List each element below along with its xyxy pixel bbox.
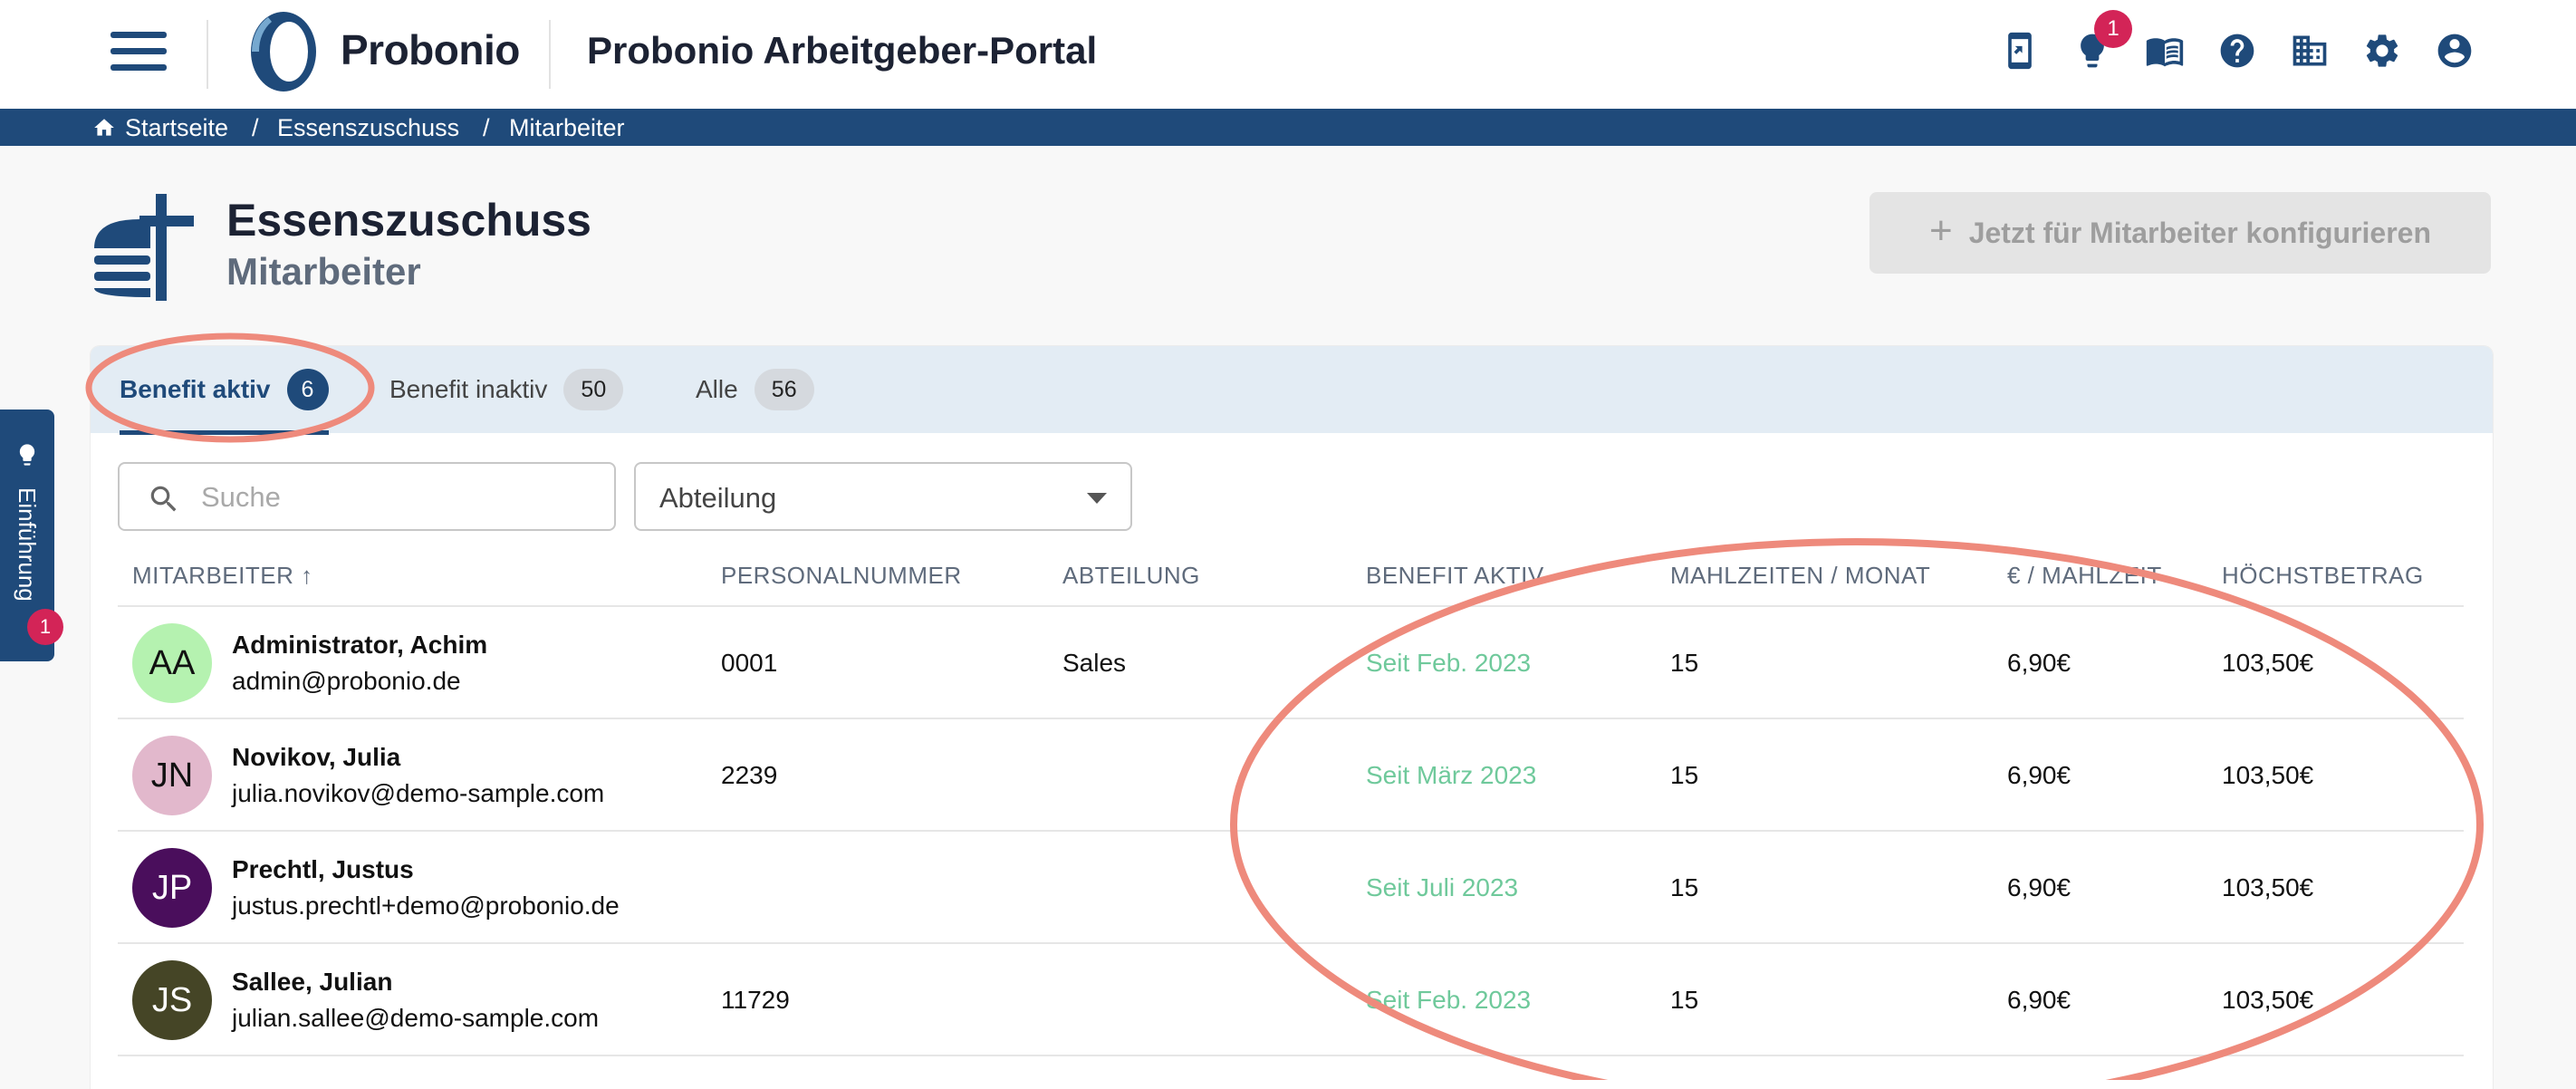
column-abteilung[interactable]: ABTEILUNG	[1062, 562, 1200, 590]
breadcrumb-essenszuschuss[interactable]: Essenszuschuss	[277, 114, 459, 142]
cell-personalnummer: 0001	[721, 649, 778, 677]
cell-benefit-aktiv: Seit Feb. 2023	[1366, 649, 1532, 677]
employee-name: Administrator, Achim	[232, 631, 488, 659]
portal-title: Probonio Arbeitgeber-Portal	[587, 29, 1098, 72]
cell-abteilung: Sales	[1062, 649, 1127, 677]
page-title: Essenszuschuss	[226, 195, 591, 246]
brand-name[interactable]: Probonio	[341, 25, 520, 74]
breadcrumb-current: Mitarbeiter	[509, 114, 625, 141]
tab-benefit-aktiv[interactable]: Benefit aktiv 6	[120, 346, 329, 435]
app-download-icon[interactable]	[1996, 27, 2043, 74]
cell-benefit-aktiv: Seit März 2023	[1366, 761, 1537, 789]
cell-euro-mahlzeit: 6,90€	[2007, 649, 2071, 677]
dropdown-arrow-icon	[1087, 493, 1107, 504]
page-subtitle: Mitarbeiter	[226, 250, 421, 293]
table-row[interactable]: AA Administrator, Achim admin@probonio.de 0…	[118, 607, 2464, 719]
intro-badge: 1	[27, 609, 63, 645]
table-row[interactable]: JN Novikov, Julia julia.novikov@demo-sampl…	[118, 719, 2464, 832]
breadcrumb-home[interactable]: Startseite	[125, 114, 228, 142]
cell-hoechstbetrag: 103,50€	[2222, 649, 2314, 677]
divider	[549, 20, 551, 89]
column-personalnummer[interactable]: PERSONALNUMMER	[721, 562, 962, 590]
employee-name: Sallee, Julian	[232, 968, 393, 996]
avatar: JS	[132, 960, 212, 1040]
employee-email: admin@probonio.de	[232, 667, 461, 695]
breadcrumb-separator: /	[483, 114, 490, 141]
column-mahlzeiten-monat[interactable]: MAHLZEITEN / MONAT	[1670, 562, 1930, 590]
cell-benefit-aktiv: Seit Juli 2023	[1366, 873, 1519, 901]
cell-personalnummer: 11729	[721, 986, 790, 1014]
cell-mahlzeiten: 15	[1670, 761, 1699, 789]
column-euro-mahlzeit[interactable]: € / MAHLZEIT	[2007, 562, 2162, 590]
table-row[interactable]: JS Sallee, Julian julian.sallee@demo-sampl…	[118, 944, 2464, 1056]
employee-name: Novikov, Julia	[232, 743, 401, 771]
employee-card: Benefit aktiv 6 Benefit inaktiv 50 Alle …	[91, 346, 2493, 1089]
employee-email: julian.sallee@demo-sample.com	[232, 1004, 600, 1032]
tab-label: Benefit aktiv	[120, 375, 271, 403]
search-icon	[150, 486, 177, 512]
top-bar: Probonio Probonio Arbeitgeber-Portal 1	[0, 0, 2576, 109]
cell-mahlzeiten: 15	[1670, 649, 1699, 677]
table-header: MITARBEITER ↑ PERSONALNUMMER ABTEILUNG B…	[118, 545, 2464, 607]
avatar: AA	[132, 623, 212, 703]
sort-ascending-icon: ↑	[301, 562, 313, 589]
lightbulb-icon	[19, 444, 35, 466]
cell-euro-mahlzeit: 6,90€	[2007, 986, 2071, 1014]
table-row[interactable]: JP Prechtl, Justus justus.prechtl+demo@pro…	[118, 832, 2464, 944]
breadcrumb: Startseite / Essenszuschuss / Mitarbeite…	[0, 109, 2576, 146]
probonio-logo-icon[interactable]	[241, 9, 326, 94]
help-icon[interactable]	[2214, 27, 2261, 74]
column-hoechstbetrag[interactable]: HÖCHSTBETRAG	[2222, 562, 2424, 590]
home-icon[interactable]	[92, 116, 116, 140]
meal-icon	[94, 194, 194, 301]
tab-benefit-inaktiv[interactable]: Benefit inaktiv 50	[389, 346, 624, 433]
cell-euro-mahlzeit: 6,90€	[2007, 761, 2071, 789]
department-select-label: Abteilung	[659, 482, 777, 514]
cell-hoechstbetrag: 103,50€	[2222, 873, 2314, 901]
menu-icon[interactable]	[111, 27, 170, 74]
cell-benefit-aktiv: Seit Feb. 2023	[1366, 986, 1532, 1014]
company-icon[interactable]	[2286, 27, 2333, 74]
cell-hoechstbetrag: 103,50€	[2222, 986, 2314, 1014]
notification-badge: 1	[2094, 10, 2132, 48]
column-benefit-aktiv[interactable]: BENEFIT AKTIV	[1366, 562, 1544, 590]
cell-mahlzeiten: 15	[1670, 873, 1699, 901]
avatar: JP	[132, 848, 212, 928]
intro-tab-label: Einführung	[14, 487, 41, 602]
cell-mahlzeiten: 15	[1670, 986, 1699, 1014]
avatar: JN	[132, 736, 212, 815]
tab-bar: Benefit aktiv 6 Benefit inaktiv 50 Alle …	[91, 346, 2493, 435]
tab-label: Alle	[696, 375, 738, 403]
account-icon[interactable]	[2431, 27, 2478, 74]
tab-alle[interactable]: Alle 56	[696, 346, 814, 433]
cell-hoechstbetrag: 103,50€	[2222, 761, 2314, 789]
employee-name: Prechtl, Justus	[232, 855, 414, 883]
employee-email: justus.prechtl+demo@probonio.de	[232, 891, 620, 920]
department-select[interactable]: Abteilung	[634, 462, 1132, 531]
tab-count-badge: 6	[286, 369, 329, 410]
divider	[207, 20, 208, 89]
configure-button-label: Jetzt für Mitarbeiter konfigurieren	[1968, 216, 2431, 249]
employee-email: julia.novikov@demo-sample.com	[232, 779, 605, 807]
search-field[interactable]	[118, 462, 616, 531]
tab-count-badge: 50	[563, 369, 624, 410]
book-icon[interactable]	[2141, 27, 2188, 74]
cell-euro-mahlzeit: 6,90€	[2007, 873, 2071, 901]
breadcrumb-separator: /	[252, 114, 259, 141]
configure-employees-button[interactable]: + Jetzt für Mitarbeiter konfigurieren	[1870, 192, 2491, 274]
search-input[interactable]	[199, 473, 601, 522]
plus-icon: +	[1929, 208, 1953, 253]
settings-icon[interactable]	[2359, 27, 2406, 74]
cell-personalnummer: 2239	[721, 761, 778, 789]
column-mitarbeiter[interactable]: MITARBEITER ↑	[132, 562, 313, 590]
tab-label: Benefit inaktiv	[389, 375, 548, 403]
tab-count-badge: 56	[754, 369, 814, 410]
